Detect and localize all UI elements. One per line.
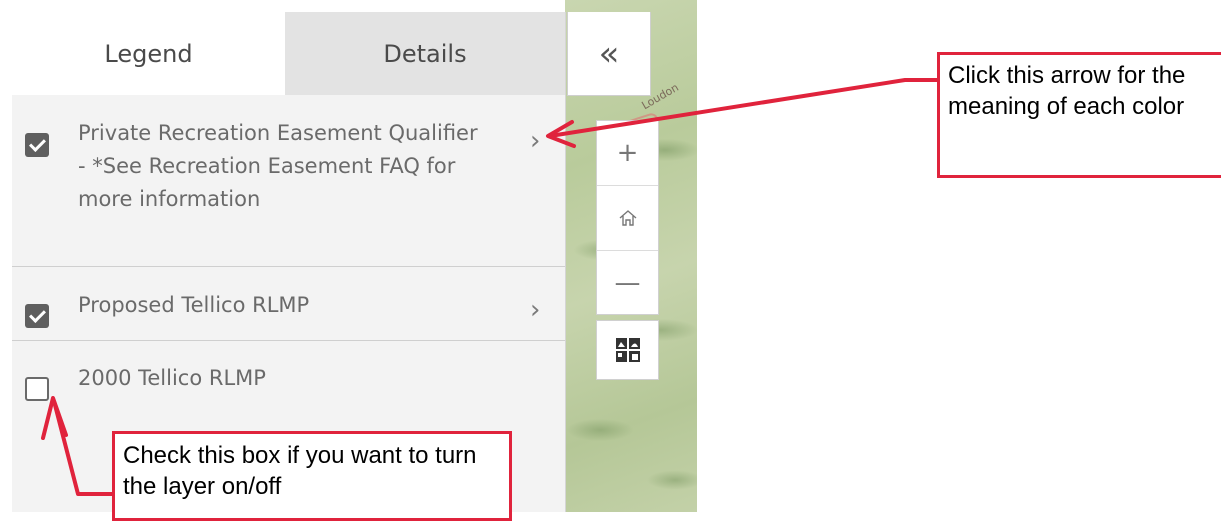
arrow-callout: Click this arrow for the meaning of each… bbox=[937, 52, 1221, 178]
zoom-out-button[interactable]: — bbox=[597, 251, 658, 315]
home-button[interactable] bbox=[597, 186, 658, 251]
layer-item: Private Recreation Easement Qualifier - … bbox=[12, 96, 565, 267]
basemap-grid-icon bbox=[615, 338, 640, 362]
layer-checkbox[interactable] bbox=[25, 133, 49, 157]
zoom-in-button[interactable]: + bbox=[597, 121, 658, 186]
layer-label: Private Recreation Easement Qualifier - … bbox=[78, 121, 478, 211]
tab-details[interactable]: Details bbox=[285, 12, 565, 95]
checkbox-callout: Check this box if you want to turn the l… bbox=[112, 431, 512, 521]
layer-label: Proposed Tellico RLMP bbox=[78, 293, 310, 317]
layer-checkbox[interactable] bbox=[25, 304, 49, 328]
layer-label: 2000 Tellico RLMP bbox=[78, 366, 266, 390]
tab-legend[interactable]: Legend bbox=[12, 12, 285, 95]
zoom-controls: + — bbox=[596, 120, 659, 315]
layer-checkbox[interactable] bbox=[25, 377, 49, 401]
collapse-panel-button[interactable]: « bbox=[567, 12, 651, 96]
layer-item: 2000 Tellico RLMP bbox=[12, 341, 565, 421]
home-icon bbox=[619, 210, 636, 226]
basemap-gallery-button[interactable] bbox=[596, 320, 659, 380]
expand-chevron-icon[interactable]: › bbox=[530, 126, 540, 156]
panel-tabs: Legend Details bbox=[12, 12, 565, 95]
expand-chevron-icon[interactable]: › bbox=[530, 295, 540, 325]
layer-item: Proposed Tellico RLMP › bbox=[12, 267, 565, 341]
